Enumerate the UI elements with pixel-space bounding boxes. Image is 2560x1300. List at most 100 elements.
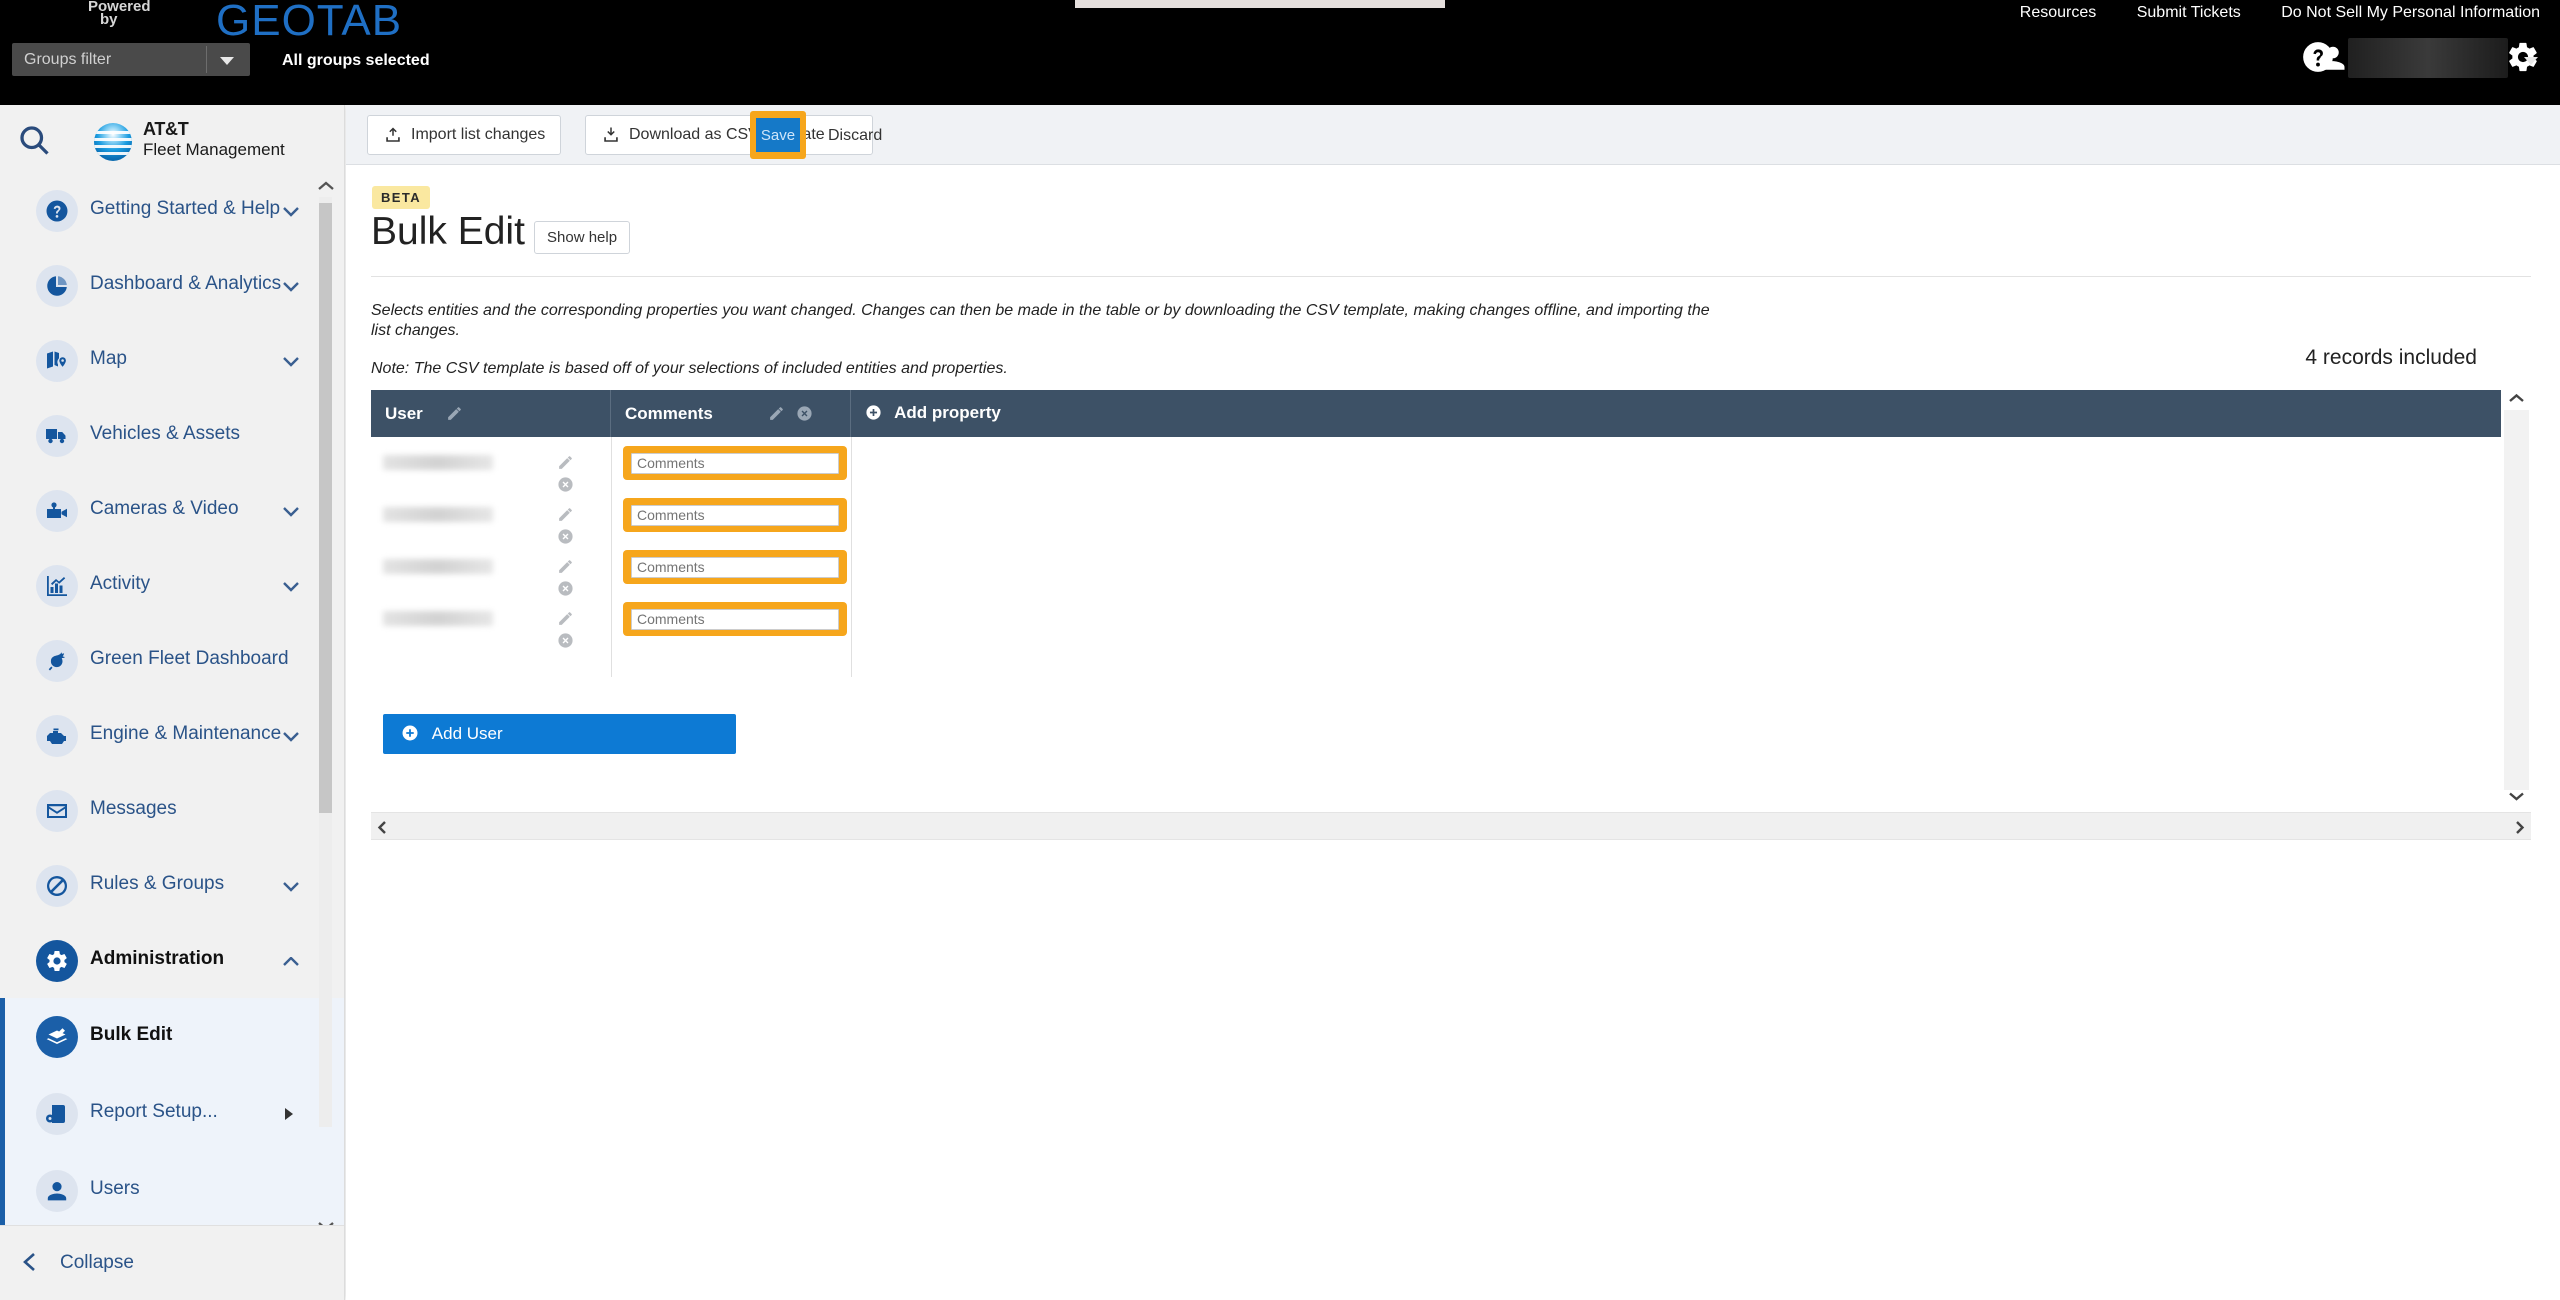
- sidebar-collapse-button[interactable]: Collapse: [0, 1225, 344, 1300]
- person-icon: [36, 1170, 78, 1212]
- discard-button[interactable]: Discard: [814, 117, 896, 155]
- grid-body: [371, 437, 2501, 695]
- comments-column-icons: [761, 405, 813, 423]
- sidebar-item-getting-started-help[interactable]: Getting Started & Help: [0, 173, 344, 248]
- main-content: Import list changes Download as CSV temp…: [346, 105, 2560, 1300]
- sidebar-item-report-setup[interactable]: Report Setup...: [5, 1075, 344, 1152]
- sidebar-item-bulk-edit[interactable]: Bulk Edit: [5, 998, 344, 1075]
- sidebar-item-label: Green Fleet Dashboard: [90, 648, 289, 669]
- scroll-left-chevron-icon[interactable]: [376, 820, 389, 835]
- remove-circle-icon[interactable]: [557, 632, 574, 649]
- sidebar-item-label: Activity: [90, 573, 151, 594]
- column-header-add-property[interactable]: Add property: [851, 390, 2501, 437]
- comments-input[interactable]: [631, 556, 839, 578]
- chevron-right-icon[interactable]: [285, 1108, 293, 1120]
- chevron-down-icon: [220, 57, 234, 65]
- column-header-label: User: [385, 404, 423, 423]
- grid-vertical-scrollbar[interactable]: [2502, 390, 2531, 810]
- user-name-box: [2348, 38, 2508, 78]
- top-link-submit-tickets[interactable]: Submit Tickets: [2137, 2, 2241, 24]
- pencil-icon[interactable]: [768, 405, 785, 422]
- search-icon[interactable]: [16, 122, 52, 158]
- grid-horizontal-scrollbar[interactable]: [371, 812, 2531, 840]
- chevron-down-icon[interactable]: [283, 279, 299, 292]
- column-header-label: Comments: [625, 404, 713, 423]
- scroll-right-chevron-icon[interactable]: [2513, 820, 2526, 835]
- scroll-up-chevron-icon[interactable]: [2507, 392, 2526, 405]
- chevron-up-icon[interactable]: [283, 954, 299, 966]
- sidebar-item-engine-maintenance[interactable]: Engine & Maintenance: [0, 698, 344, 773]
- sidebar-item-map[interactable]: Map: [0, 323, 344, 398]
- groups-filter-dropdown[interactable]: Groups filter: [12, 43, 250, 76]
- truck-icon: [36, 415, 78, 457]
- add-property-button[interactable]: Add property: [865, 403, 1001, 423]
- sidebar-item-dashboard-analytics[interactable]: Dashboard & Analytics: [0, 248, 344, 323]
- add-user-button[interactable]: Add User: [383, 714, 736, 754]
- report-setup-icon: [36, 1093, 78, 1135]
- sidebar-item-label: Cameras & Video: [90, 498, 239, 519]
- sidebar-item-label: Messages: [90, 798, 177, 819]
- table-row: [371, 437, 2501, 492]
- remove-circle-icon[interactable]: [796, 405, 813, 422]
- sidebar-item-vehicles-assets[interactable]: Vehicles & Assets: [0, 398, 344, 473]
- grid-scroll-track[interactable]: [2504, 410, 2529, 790]
- scroll-down-chevron-icon[interactable]: [2507, 790, 2526, 803]
- table-row: [371, 541, 2501, 596]
- sidebar-item-green-fleet-dashboard[interactable]: Green Fleet Dashboard: [0, 623, 344, 698]
- powered-by-line1: Powered: [88, 0, 151, 15]
- groups-selected-status: All groups selected: [282, 52, 430, 69]
- user-name-redacted: [383, 611, 493, 626]
- comments-cell-highlight: [623, 602, 847, 636]
- comments-cell-highlight: [623, 550, 847, 584]
- toolbar: Import list changes Download as CSV temp…: [346, 105, 2560, 165]
- sidebar-item-users[interactable]: Users: [5, 1152, 344, 1229]
- sidebar-item-label: Rules & Groups: [90, 873, 225, 894]
- sidebar-item-cameras-video[interactable]: Cameras & Video: [0, 473, 344, 548]
- show-help-button[interactable]: Show help: [534, 221, 631, 254]
- pencil-icon[interactable]: [557, 558, 574, 575]
- sidebar-brand-text: AT&T Fleet Management: [143, 119, 285, 160]
- user-menu-chevron-down-icon[interactable]: [2524, 57, 2538, 65]
- user-icon[interactable]: [2318, 42, 2348, 74]
- comments-input[interactable]: [631, 452, 839, 474]
- sidebar-scroll-thumb[interactable]: [319, 203, 332, 813]
- chevron-down-icon[interactable]: [283, 354, 299, 367]
- sidebar-item-rules-groups[interactable]: Rules & Groups: [0, 848, 344, 923]
- sidebar-nav-scroll-area[interactable]: Getting Started & Help Dashboard & Analy…: [0, 173, 344, 1241]
- pencil-icon[interactable]: [557, 454, 574, 471]
- chevron-down-icon[interactable]: [283, 204, 299, 217]
- sidebar-item-messages[interactable]: Messages: [0, 773, 344, 848]
- comments-cell-highlight: [623, 446, 847, 480]
- sidebar-scrollbar[interactable]: [314, 179, 336, 1239]
- sidebar-item-label: Administration: [90, 948, 225, 969]
- save-button[interactable]: Save: [756, 118, 800, 152]
- sidebar-item-administration[interactable]: Administration: [0, 923, 344, 998]
- pencil-icon[interactable]: [446, 405, 463, 422]
- map-pin-icon: [36, 340, 78, 382]
- user-name-redacted: [383, 559, 493, 574]
- brand-line-2: Fleet Management: [143, 140, 285, 159]
- chevron-down-icon[interactable]: [283, 579, 299, 592]
- sidebar-submenu-administration: Bulk Edit Report Setup... Users: [0, 998, 344, 1241]
- top-link-do-not-sell[interactable]: Do Not Sell My Personal Information: [2281, 2, 2540, 24]
- camera-icon: [36, 490, 78, 532]
- import-list-changes-button[interactable]: Import list changes: [368, 116, 561, 154]
- grid-header-row: User Comments Add property: [371, 390, 2501, 437]
- column-header-user: User: [371, 390, 611, 437]
- chevron-down-icon[interactable]: [283, 504, 299, 517]
- pencil-icon[interactable]: [557, 610, 574, 627]
- bulk-edit-table: User Comments Add property Comments Comm…: [371, 290, 2531, 840]
- sidebar-item-activity[interactable]: Activity: [0, 548, 344, 623]
- pencil-icon[interactable]: [557, 506, 574, 523]
- engine-icon: [36, 715, 78, 757]
- comments-input[interactable]: [631, 504, 839, 526]
- att-globe-logo: [94, 123, 132, 161]
- no-entry-icon: [36, 865, 78, 907]
- chevron-down-icon[interactable]: [283, 729, 299, 742]
- comments-input[interactable]: [631, 608, 839, 630]
- scroll-up-chevron-icon[interactable]: [316, 179, 336, 193]
- import-button-group: Import list changes: [367, 115, 561, 155]
- chevron-down-icon[interactable]: [283, 879, 299, 892]
- top-link-resources[interactable]: Resources: [2020, 2, 2096, 24]
- add-user-label: Add User: [431, 724, 503, 743]
